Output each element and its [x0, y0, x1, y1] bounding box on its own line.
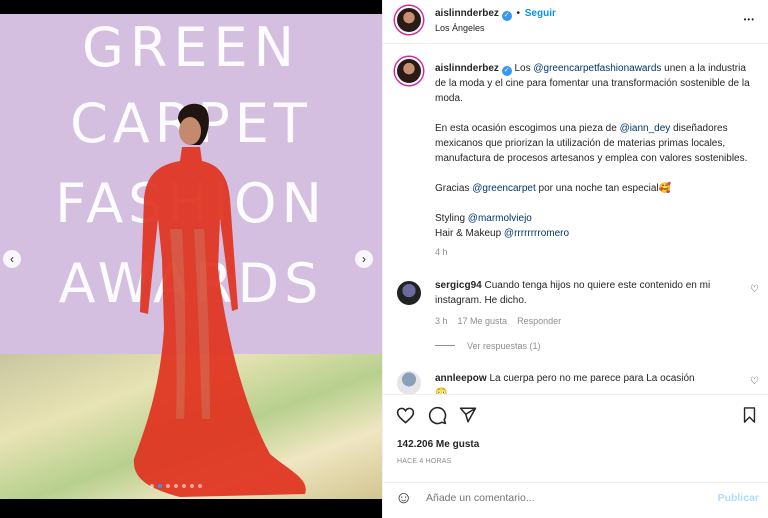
- comment-icon[interactable]: [426, 404, 448, 426]
- next-image-button[interactable]: ›: [355, 250, 373, 268]
- carousel-dot: [166, 484, 170, 488]
- header-user-line: aislinnderbez ✓ • Seguir: [435, 8, 556, 21]
- carousel-dot: [198, 484, 202, 488]
- verified-icon: ✓: [501, 11, 512, 21]
- mention-link[interactable]: @marmolviejo: [468, 213, 532, 224]
- carousel-dot: [190, 484, 194, 488]
- comment-text: La cuerpa pero no me parece para La ocas…: [489, 373, 695, 384]
- reply-button[interactable]: Responder: [517, 316, 561, 326]
- separator-dot: •: [516, 8, 520, 19]
- comment-like-icon[interactable]: ♡: [750, 284, 759, 295]
- instagram-post: GREEN CARPET FASHION AWARDS ‹ ›: [0, 0, 768, 518]
- caption-text: Hair & Makeup: [435, 228, 504, 239]
- verified-icon: ✓: [501, 66, 512, 76]
- view-replies-button[interactable]: Ver respuestas (1): [435, 341, 541, 351]
- share-icon[interactable]: [457, 404, 479, 426]
- backdrop-text-line: GREEN: [82, 16, 300, 79]
- post-actions: 142.206 Me gusta HACE 4 HORAS ☺ Publicar: [383, 394, 768, 512]
- header-username[interactable]: aislinnderbez: [435, 8, 499, 19]
- carousel-dot-active: [158, 484, 162, 488]
- carousel-dot: [150, 484, 154, 488]
- avatar[interactable]: [395, 6, 423, 34]
- post-side-panel: aislinnderbez ✓ • Seguir Los Ángeles •••…: [382, 0, 768, 518]
- add-comment-bar: ☺ Publicar: [383, 482, 768, 512]
- comment-like-icon[interactable]: ♡: [750, 376, 759, 387]
- comment-emoji: 😳: [435, 388, 448, 394]
- more-options-icon[interactable]: •••: [744, 15, 755, 24]
- caption-time[interactable]: 4 h: [435, 245, 755, 260]
- location-link[interactable]: Los Ángeles: [435, 23, 485, 33]
- caption-avatar[interactable]: [395, 57, 423, 85]
- caption-username[interactable]: aislinnderbez: [435, 63, 499, 74]
- comment: sergicg94 Cuando tenga hijos no quiere e…: [435, 278, 755, 329]
- carousel-dots: [150, 484, 202, 488]
- comment-meta: 3 h 17 Me gusta Responder: [435, 314, 755, 329]
- carousel-dot: [182, 484, 186, 488]
- caption-text: Los: [514, 63, 534, 74]
- mention-link[interactable]: @iann_dey: [620, 123, 671, 134]
- caption-text: Gracias: [435, 183, 473, 194]
- post-timestamp[interactable]: HACE 4 HORAS: [397, 458, 452, 465]
- mention-link[interactable]: @greencarpetfashionawards: [533, 63, 661, 74]
- bottom-letterbox: [0, 499, 382, 518]
- post-caption: aislinnderbez ✓ Los @greencarpetfashiona…: [435, 61, 755, 260]
- comment-input[interactable]: [426, 488, 686, 508]
- view-replies-label: Ver respuestas (1): [467, 341, 541, 351]
- comment-username[interactable]: annleepow: [435, 373, 487, 384]
- commenter-avatar[interactable]: [395, 369, 423, 394]
- comment-time[interactable]: 3 h: [435, 316, 448, 326]
- like-icon[interactable]: [394, 404, 416, 426]
- post-header: aislinnderbez ✓ • Seguir Los Ángeles •••: [383, 0, 768, 44]
- comment: annleepow La cuerpa pero no me parece pa…: [435, 371, 755, 394]
- caption-text: Styling: [435, 213, 468, 224]
- top-letterbox: [0, 0, 382, 14]
- emoji-picker-icon[interactable]: ☺: [395, 488, 412, 508]
- mention-link[interactable]: @rrrrrrrromero: [504, 228, 569, 239]
- follow-button[interactable]: Seguir: [525, 8, 556, 19]
- carousel-dot: [174, 484, 178, 488]
- woman-in-red-dress: [133, 103, 306, 497]
- publish-button[interactable]: Publicar: [718, 492, 759, 504]
- comment-likes[interactable]: 17 Me gusta: [458, 316, 508, 326]
- prev-image-button[interactable]: ‹: [3, 250, 21, 268]
- comment-username[interactable]: sergicg94: [435, 280, 482, 291]
- replies-line: [435, 345, 455, 346]
- likes-count[interactable]: 142.206 Me gusta: [397, 439, 479, 450]
- bookmark-icon[interactable]: [738, 404, 760, 426]
- caption-text: En esta ocasión escogimos una pieza de: [435, 123, 620, 134]
- mention-link[interactable]: @greencarpet: [472, 183, 536, 194]
- caption-text: por una noche tan especial🥰: [535, 183, 672, 194]
- post-photo[interactable]: GREEN CARPET FASHION AWARDS ‹ ›: [0, 14, 382, 499]
- comments-scroll[interactable]: aislinnderbez ✓ Los @greencarpetfashiona…: [383, 44, 768, 394]
- commenter-avatar[interactable]: [395, 279, 423, 307]
